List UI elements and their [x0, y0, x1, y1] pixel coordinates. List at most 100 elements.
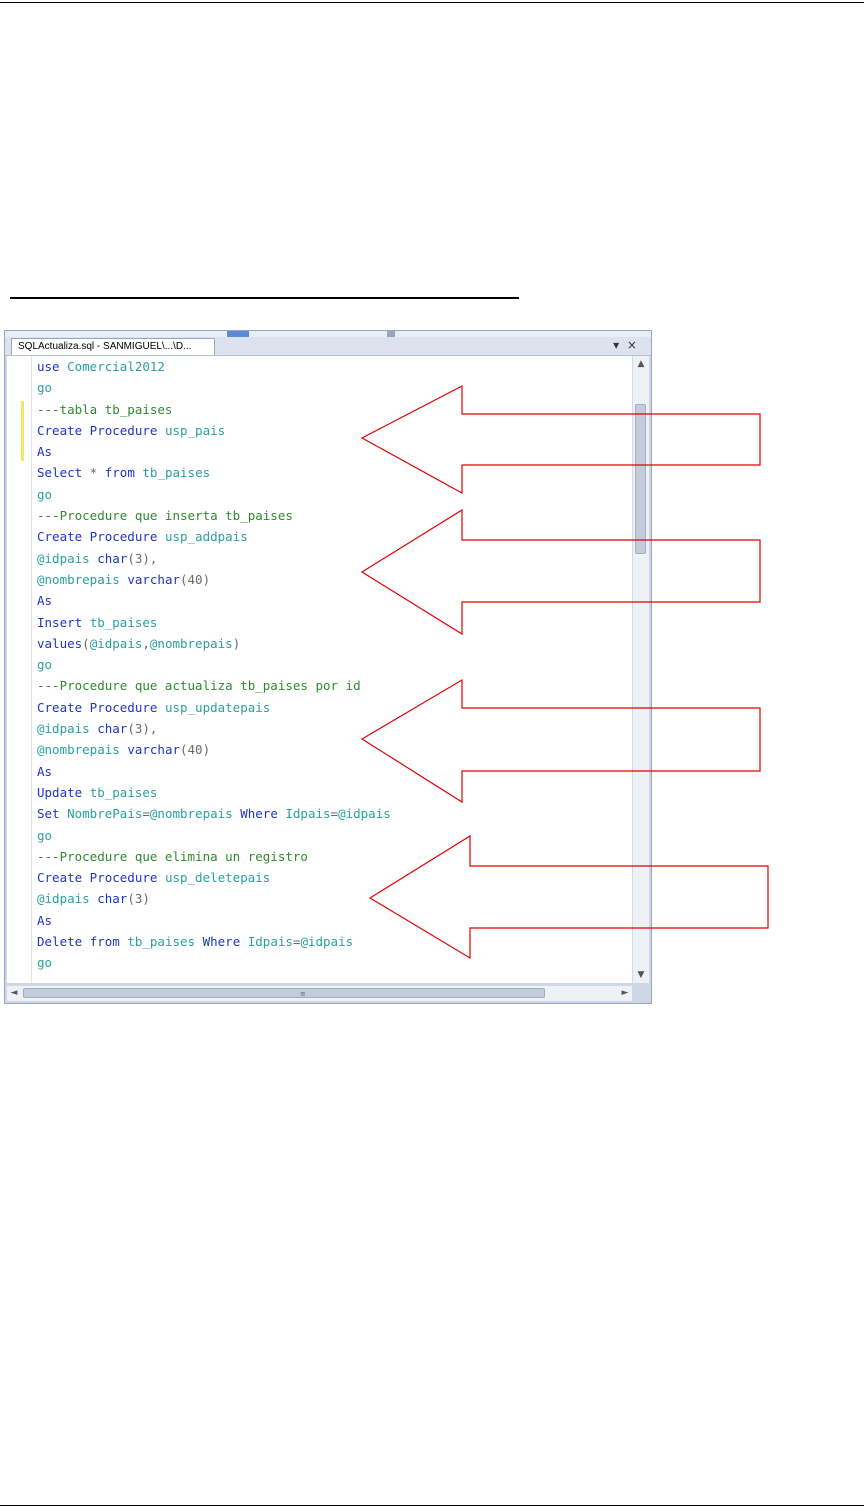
sql-code[interactable]: use Comercial2012 go ---tabla tb_paises Cre…	[37, 356, 391, 974]
code-line[interactable]: ---Procedure que elimina un registro	[37, 846, 391, 867]
code-token: ,	[142, 635, 150, 651]
code-line[interactable]: As	[37, 441, 391, 462]
code-token: Idpais	[285, 806, 331, 822]
code-token: (3)	[127, 891, 150, 907]
code-line[interactable]: values(@idpais,@nombrepais)	[37, 633, 391, 654]
code-token: @nombrepais	[37, 742, 128, 758]
code-line[interactable]: Delete from tb_paises Where Idpais=@idpa…	[37, 931, 391, 952]
code-token: ---Procedure que actualiza tb_paises por…	[37, 678, 361, 694]
code-line[interactable]: ---Procedure que actualiza tb_paises por…	[37, 675, 391, 696]
code-token: ---tabla tb_paises	[37, 401, 173, 417]
code-editor[interactable]: use Comercial2012 go ---tabla tb_paises Cre…	[7, 356, 632, 983]
code-line[interactable]: Create Procedure usp_pais	[37, 420, 391, 441]
code-token: go	[37, 380, 53, 396]
code-token: go	[37, 486, 53, 502]
code-token: @nombrepais	[149, 806, 241, 822]
page-top-rule	[0, 2, 864, 3]
code-token: go	[37, 955, 53, 971]
code-token: usp_pais	[164, 422, 226, 438]
code-token: NombrePais	[67, 806, 143, 822]
code-token: Update	[37, 784, 90, 800]
code-token: tb_paises	[127, 934, 203, 950]
code-token: Set	[37, 806, 68, 822]
vertical-scrollbar[interactable]: ▲ ▼	[632, 356, 649, 983]
code-line[interactable]: Select * from tb_paises	[37, 462, 391, 483]
code-token: =	[142, 806, 150, 822]
code-token: tb_paises	[142, 465, 211, 481]
code-token: usp_deletepais	[164, 870, 271, 886]
code-token: =	[330, 806, 339, 822]
code-token: Create Procedure	[37, 699, 165, 715]
code-line[interactable]: Insert tb_paises	[37, 612, 391, 633]
code-token: ---Procedure que inserta tb_paises	[37, 508, 293, 524]
code-line[interactable]: As	[37, 590, 391, 611]
code-line[interactable]: use Comercial2012	[37, 356, 391, 377]
code-token: values	[37, 635, 83, 651]
code-token: )	[232, 635, 241, 651]
code-line[interactable]: Create Procedure usp_addpais	[37, 526, 391, 547]
code-token: @nombrepais	[149, 635, 233, 651]
code-token: Idpais	[247, 934, 293, 950]
change-tracking-marker	[21, 401, 24, 461]
code-line[interactable]: As	[37, 910, 391, 931]
code-line[interactable]: go	[37, 654, 391, 675]
code-token: char	[97, 550, 128, 566]
code-token: Comercial2012	[67, 359, 165, 374]
sql-editor-window: SQLActualiza.sql - SANMIGUEL\...\D... ▾ …	[4, 330, 652, 1004]
code-token: ---Procedure que elimina un registro	[37, 848, 308, 864]
code-token: Create Procedure	[37, 422, 165, 438]
heading-underline	[10, 297, 519, 299]
code-line[interactable]: As	[37, 761, 391, 782]
code-token: from	[89, 934, 128, 950]
tab-sqlactualiza[interactable]: SQLActualiza.sql - SANMIGUEL\...\D...	[11, 338, 215, 355]
code-token: (3),	[127, 721, 158, 737]
code-token: Create Procedure	[37, 870, 165, 886]
document-tab-bar: SQLActualiza.sql - SANMIGUEL\...\D... ▾ …	[5, 337, 651, 356]
code-line[interactable]: @nombrepais varchar(40)	[37, 569, 391, 590]
code-line[interactable]: @nombrepais varchar(40)	[37, 739, 391, 760]
code-line[interactable]: Create Procedure usp_updatepais	[37, 697, 391, 718]
code-token: (	[82, 635, 90, 651]
code-token: Create Procedure	[37, 529, 165, 545]
code-line[interactable]: Set NombrePais=@nombrepais Where Idpais=…	[37, 803, 391, 824]
code-line[interactable]: Update tb_paises	[37, 782, 391, 803]
horizontal-scroll-thumb[interactable]: ≡	[23, 988, 545, 998]
code-token: tb_paises	[89, 784, 158, 800]
code-token: varchar	[127, 571, 180, 587]
code-line[interactable]: go	[37, 952, 391, 973]
code-token: @idpais	[300, 934, 354, 950]
code-token: As	[37, 444, 53, 460]
code-line[interactable]: @idpais char(3),	[37, 718, 391, 739]
scroll-up-icon[interactable]: ▲	[633, 356, 649, 372]
code-token: @idpais	[89, 635, 143, 651]
scroll-left-icon[interactable]: ◄	[7, 986, 21, 1001]
code-line[interactable]: ---tabla tb_paises	[37, 399, 391, 420]
code-token: char	[97, 891, 128, 907]
code-token: As	[37, 912, 53, 928]
code-token: Delete	[37, 934, 90, 950]
horizontal-scrollbar[interactable]: ◄ ≡ ►	[7, 985, 632, 1001]
code-token: Where	[202, 934, 248, 950]
scroll-right-icon[interactable]: ►	[618, 986, 632, 1001]
code-line[interactable]: ---Procedure que inserta tb_paises	[37, 505, 391, 526]
code-token: varchar	[127, 742, 180, 758]
code-token: *	[89, 465, 105, 481]
vertical-scroll-thumb[interactable]	[635, 404, 646, 554]
code-token: Select	[37, 465, 90, 481]
code-token: usp_updatepais	[164, 699, 271, 715]
code-token: char	[97, 721, 128, 737]
code-line[interactable]: go	[37, 377, 391, 398]
code-line[interactable]: go	[37, 484, 391, 505]
code-token: usp_addpais	[164, 529, 248, 545]
code-token: tb_paises	[89, 614, 158, 630]
code-token: from	[104, 465, 143, 481]
code-line[interactable]: @idpais char(3)	[37, 888, 391, 909]
page-bottom-rule	[0, 1505, 864, 1506]
code-line[interactable]: @idpais char(3),	[37, 548, 391, 569]
scroll-down-icon[interactable]: ▼	[633, 967, 649, 983]
grip-icon: ≡	[300, 990, 306, 998]
code-token: As	[37, 593, 53, 609]
tab-window-controls[interactable]: ▾ ×	[613, 338, 639, 352]
code-line[interactable]: Create Procedure usp_deletepais	[37, 867, 391, 888]
code-line[interactable]: go	[37, 825, 391, 846]
